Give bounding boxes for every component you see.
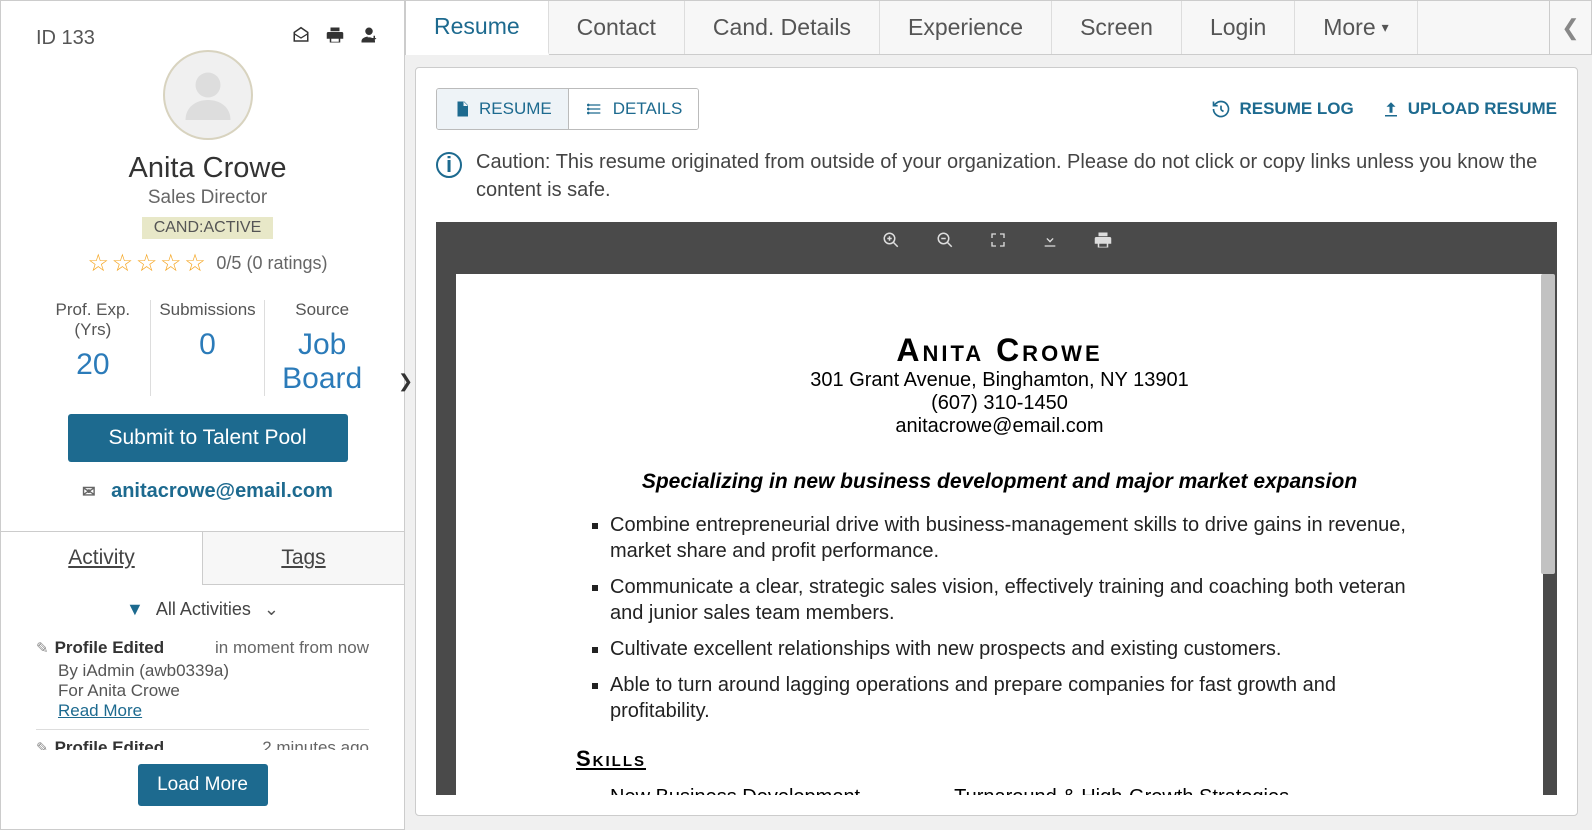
- collapse-panel-icon[interactable]: ❮: [1549, 1, 1591, 54]
- resume-panel: RESUME DETAILS RESUME LOG UPLOAD RESUME: [415, 67, 1578, 816]
- pdf-scrollbar[interactable]: [1541, 274, 1555, 785]
- status-badge: CAND:ACTIVE: [142, 217, 274, 239]
- toggle-resume[interactable]: RESUME: [437, 89, 569, 129]
- stat-source-label: Source: [265, 300, 379, 320]
- tab-more[interactable]: More▾: [1295, 1, 1417, 54]
- toggle-details[interactable]: DETAILS: [569, 89, 699, 129]
- resume-bullet: Combine entrepreneurial drive with busin…: [610, 512, 1423, 564]
- activity-list[interactable]: ✎Profile Edited in moment from now By iA…: [1, 630, 404, 750]
- person-add-icon[interactable]: [359, 26, 379, 50]
- expand-handle-icon[interactable]: ❯: [398, 371, 412, 399]
- tab-experience[interactable]: Experience: [880, 1, 1052, 54]
- pdf-toolbar: [436, 222, 1557, 264]
- print-icon[interactable]: [1094, 231, 1112, 255]
- candidate-sidebar: ID 133 Anita Crowe Sales Director: [0, 0, 405, 830]
- activity-item: ✎Profile Edited 2 minutes ago: [36, 730, 369, 750]
- subtab-activity[interactable]: Activity: [1, 532, 203, 585]
- stat-subs-label: Submissions: [151, 300, 265, 320]
- resume-address: 301 Grant Avenue, Binghamton, NY 13901: [576, 369, 1423, 392]
- star-rating[interactable]: ☆ ☆ ☆ ☆ ☆: [88, 250, 204, 277]
- resume-specializing: Specializing in new business development…: [576, 470, 1423, 494]
- resume-phone: (607) 310-1450: [576, 392, 1423, 415]
- stat-exp-label: Prof. Exp. (Yrs): [36, 300, 150, 340]
- main-tabs: Resume Contact Cand. Details Experience …: [405, 0, 1592, 55]
- load-more-button[interactable]: Load More: [138, 764, 268, 806]
- download-icon[interactable]: [1042, 231, 1058, 255]
- activity-filter[interactable]: ▼ All Activities ⌄: [1, 585, 404, 630]
- stat-exp-value[interactable]: 20: [36, 348, 150, 382]
- candidate-id: ID 133: [36, 27, 95, 50]
- tab-contact[interactable]: Contact: [549, 1, 685, 54]
- resume-bullet: Able to turn around lagging operations a…: [610, 672, 1423, 724]
- stat-subs-value[interactable]: 0: [151, 328, 265, 362]
- funnel-icon: ▼: [126, 599, 144, 619]
- edit-icon: ✎: [36, 740, 49, 750]
- skill-item: New Business Development: [610, 786, 860, 795]
- upload-resume-link[interactable]: UPLOAD RESUME: [1382, 99, 1557, 119]
- resume-log-link[interactable]: RESUME LOG: [1211, 99, 1353, 119]
- print-icon[interactable]: [325, 26, 345, 50]
- activity-time: 2 minutes ago: [262, 738, 369, 750]
- tab-cand-details[interactable]: Cand. Details: [685, 1, 880, 54]
- subtab-tags[interactable]: Tags: [203, 532, 404, 585]
- tab-resume[interactable]: Resume: [406, 1, 549, 55]
- avatar: [163, 50, 253, 140]
- tab-login[interactable]: Login: [1182, 1, 1295, 54]
- resume-email: anitacrowe@email.com: [576, 415, 1423, 438]
- info-icon: i: [436, 152, 462, 178]
- candidate-name: Anita Crowe: [36, 152, 379, 185]
- edit-icon: ✎: [36, 640, 49, 657]
- candidate-email-link[interactable]: anitacrowe@email.com: [111, 480, 333, 502]
- open-mail-icon[interactable]: [291, 26, 311, 50]
- chevron-down-icon: ⌄: [264, 599, 279, 619]
- activity-time: in moment from now: [215, 638, 369, 658]
- zoom-out-icon[interactable]: [936, 231, 954, 255]
- candidate-title: Sales Director: [36, 187, 379, 209]
- caret-down-icon: ▾: [1382, 19, 1389, 36]
- caution-text: Caution: This resume originated from out…: [476, 148, 1557, 204]
- zoom-in-icon[interactable]: [882, 231, 900, 255]
- resume-bullet: Cultivate excellent relationships with n…: [610, 636, 1423, 662]
- resume-bullet: Communicate a clear, strategic sales vis…: [610, 574, 1423, 626]
- fullscreen-icon[interactable]: [990, 232, 1006, 254]
- submit-talent-pool-button[interactable]: Submit to Talent Pool: [68, 414, 348, 462]
- resume-skills-heading: Skills: [576, 746, 1423, 772]
- activity-item: ✎Profile Edited in moment from now By iA…: [36, 630, 369, 730]
- resume-document: Anita Crowe 301 Grant Avenue, Binghamton…: [456, 274, 1543, 795]
- resume-name: Anita Crowe: [576, 332, 1423, 369]
- mail-icon: ✉: [82, 484, 95, 501]
- rating-text: 0/5 (0 ratings): [216, 253, 327, 273]
- tab-screen[interactable]: Screen: [1052, 1, 1182, 54]
- skill-item: Turnaround & High-Growth Strategies: [954, 786, 1289, 795]
- read-more-link[interactable]: Read More: [58, 701, 369, 721]
- stat-source-value[interactable]: Job Board: [265, 328, 379, 396]
- pdf-viewer[interactable]: Anita Crowe 301 Grant Avenue, Binghamton…: [436, 264, 1557, 795]
